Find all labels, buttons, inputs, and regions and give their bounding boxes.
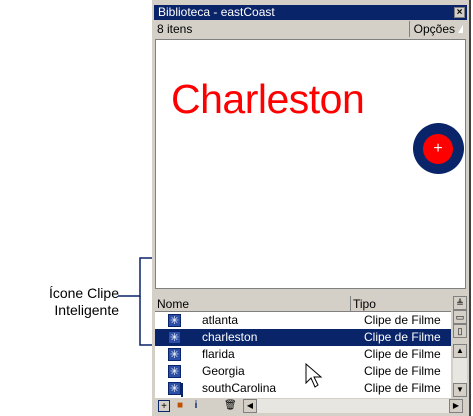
scroll-down-icon[interactable]: ▼ <box>453 383 467 397</box>
options-menu-button[interactable]: Opções <box>408 21 463 37</box>
plus-icon: + <box>423 134 453 164</box>
properties-icon[interactable]: i <box>190 400 202 412</box>
library-list: ✳ atlanta Clipe de Filme ✳ charleston Cl… <box>155 312 451 398</box>
callout-line-2: Inteligente <box>54 302 119 318</box>
movie-clip-icon: ✳ <box>168 348 181 361</box>
list-item[interactable]: ✳ southCarolina Clipe de Filme <box>155 380 451 397</box>
preview-pane: Charleston + <box>155 39 466 289</box>
item-name: atlanta <box>202 313 239 327</box>
preview-text: Charleston <box>171 76 365 122</box>
callout-line-1: Ícone Clipe <box>48 285 119 301</box>
smart-clip-callout: Ícone Clipe Inteligente <box>0 285 119 319</box>
view-controls: ≜ ▭ ▯ <box>453 296 467 338</box>
movie-clip-icon: ✳ <box>168 365 181 378</box>
item-count: 8 itens <box>157 22 193 36</box>
options-triangle-icon <box>458 25 463 33</box>
list-item[interactable]: ✳ Georgia Clipe de Filme <box>155 363 451 380</box>
panel-titlebar[interactable]: Biblioteca - eastCoast × <box>154 5 467 20</box>
wide-view-icon[interactable]: ▭ <box>453 310 467 324</box>
column-header-type[interactable]: Tipo <box>351 296 451 312</box>
info-bar: 8 itens Opções <box>154 21 467 37</box>
new-folder-icon[interactable]: ■ <box>174 400 186 412</box>
narrow-view-icon[interactable]: ▯ <box>453 324 467 338</box>
item-type: Clipe de Filme <box>364 364 441 378</box>
list-item-selected[interactable]: ✳ charleston Clipe de Filme <box>155 329 451 346</box>
item-name: flarida <box>202 347 235 361</box>
target-graphic: + <box>413 123 464 174</box>
list-item[interactable]: ✳ flarida Clipe de Filme <box>155 346 451 363</box>
close-button[interactable]: × <box>454 7 465 18</box>
item-type: Clipe de Filme <box>364 347 441 361</box>
sort-order-icon[interactable]: ≜ <box>453 296 467 310</box>
item-type: Clipe de Filme <box>364 330 441 344</box>
panel-title: Biblioteca - eastCoast <box>158 5 275 19</box>
scroll-left-icon[interactable]: ◀ <box>243 399 257 413</box>
scroll-right-icon[interactable]: ▶ <box>449 399 463 413</box>
item-name: Georgia <box>202 364 245 378</box>
item-name: charleston <box>202 330 258 344</box>
library-panel: Biblioteca - eastCoast × 8 itens Opções … <box>152 0 471 416</box>
mouse-cursor-icon <box>305 363 323 388</box>
column-headers: Nome Tipo <box>155 296 451 312</box>
item-type: Clipe de Filme <box>364 313 441 327</box>
column-header-name[interactable]: Nome <box>155 296 351 312</box>
new-symbol-icon[interactable]: + <box>158 400 170 412</box>
item-type: Clipe de Filme <box>364 381 441 395</box>
item-name: southCarolina <box>202 381 277 395</box>
vertical-scrollbar[interactable]: ▲ ▼ <box>453 344 467 397</box>
options-label: Opções <box>413 22 455 36</box>
horizontal-scrollbar[interactable]: ◀ ▶ <box>243 399 463 413</box>
smart-clip-icon: ✳ <box>168 382 183 397</box>
list-item[interactable]: ✳ atlanta Clipe de Filme <box>155 312 451 329</box>
movie-clip-icon: ✳ <box>168 314 181 327</box>
bottom-toolbar: + ■ i 🗑 ◀ ▶ <box>154 398 467 414</box>
smart-clip-icon: ✳ <box>168 331 183 346</box>
scroll-up-icon[interactable]: ▲ <box>453 344 467 358</box>
trash-icon[interactable]: 🗑 <box>224 400 237 412</box>
close-icon: × <box>456 7 463 18</box>
